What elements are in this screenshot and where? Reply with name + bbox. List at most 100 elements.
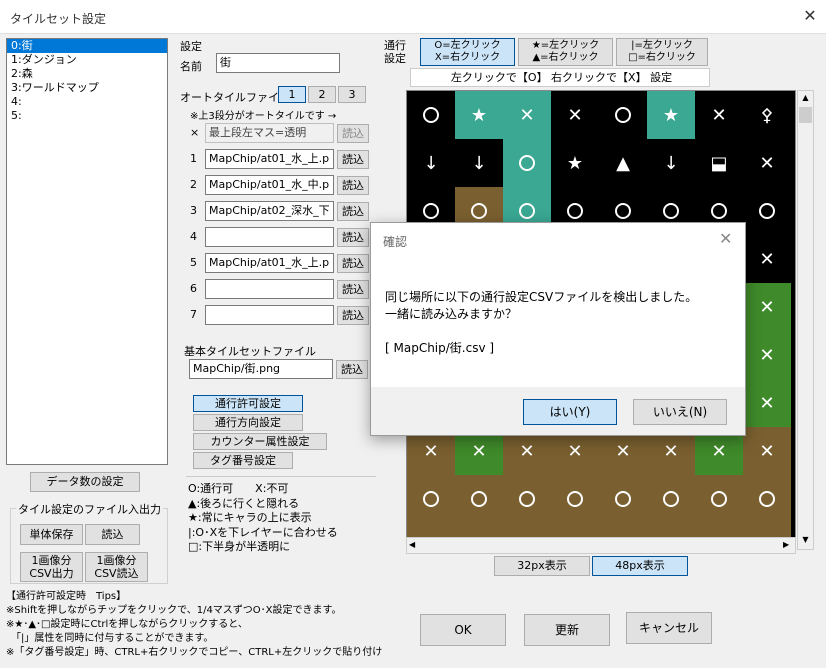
scroll-thumb[interactable] [799,107,812,123]
tile-cell[interactable]: ✕ [743,235,791,283]
tile-cell[interactable]: ↓ [647,139,695,187]
tile-cell[interactable] [743,475,791,523]
name-input[interactable]: 街 [216,53,340,73]
tile-cell[interactable]: ↓ [407,139,455,187]
x-mark-icon: ✕ [711,440,727,462]
autotile-load-button[interactable]: 読込 [337,254,369,273]
tileset-list-item[interactable]: 1:ダンジョン [7,53,167,67]
tile-cell[interactable] [455,475,503,523]
autotile-load-button[interactable]: 読込 [337,228,369,247]
autotile-label: オートタイルファイル [180,91,290,104]
tileset-list-item[interactable]: 3:ワールドマップ [7,81,167,95]
horizontal-scrollbar[interactable]: ◀ ▶ [406,537,796,554]
autotile-load-button[interactable]: 読込 [337,150,369,169]
tile-cell[interactable]: ★ [551,139,599,187]
tile-cell[interactable]: ⚴ [743,91,791,139]
autotile-row-index: 1 [190,152,197,165]
autotile-page-button[interactable]: 2 [308,86,336,103]
autotile-note: ※上3段分がオートタイルです → [190,111,337,122]
dialog-close-icon[interactable]: ✕ [719,229,732,248]
tile-cell[interactable]: ▲ [599,139,647,187]
pass-circle-icon [711,491,727,507]
scroll-right-icon[interactable]: ▶ [783,540,789,549]
tile-cell[interactable] [503,475,551,523]
autotile-file-input[interactable]: MapChip/at02_深水_下 [205,201,334,221]
tile-cell[interactable]: ✕ [743,139,791,187]
base-file-input[interactable]: MapChip/街.png [189,359,333,379]
tile-cell[interactable]: ✕ [743,331,791,379]
mode-button[interactable]: 通行方向設定 [193,414,303,431]
tile-cell[interactable]: ✕ [551,91,599,139]
tileset-list-item[interactable]: 4: [7,95,167,109]
tileset-list-item[interactable]: 0:街 [7,39,167,53]
mode-button[interactable]: タグ番号設定 [193,452,293,469]
tile-cell[interactable] [407,475,455,523]
pass-circle-icon [615,107,631,123]
autotile-load-button[interactable]: 読込 [337,280,369,299]
csv-import-button[interactable]: 1画像分 CSV読込 [85,552,148,582]
single-save-button[interactable]: 単体保存 [20,524,83,545]
tile-cell[interactable] [695,475,743,523]
tile-cell[interactable] [503,139,551,187]
vertical-scrollbar[interactable]: ▲ ▼ [797,90,814,550]
ok-button[interactable]: OK [420,614,506,646]
tile-cell[interactable]: ✕ [695,91,743,139]
autotile-file-input[interactable]: MapChip/at01_水_中.p [205,175,334,195]
tileset-list-item[interactable]: 5: [7,109,167,123]
zoom-32-button[interactable]: 32px表示 [494,556,590,576]
tile-cell[interactable]: ✕ [743,283,791,331]
tile-cell[interactable] [599,475,647,523]
autotile-page-button[interactable]: 1 [278,86,306,103]
tile-cell[interactable]: ★ [647,91,695,139]
tile-cell[interactable] [407,91,455,139]
tile-cell[interactable]: ↓ [455,139,503,187]
scroll-down-icon[interactable]: ▼ [799,535,812,544]
scroll-left-icon[interactable]: ◀ [409,540,415,549]
autotile-file-input[interactable]: MapChip/at01_水_上.p [205,253,334,273]
autotile-file-input[interactable] [205,305,334,325]
pass-circle-icon [663,491,679,507]
base-file-load-button[interactable]: 読込 [336,360,368,379]
tile-cell[interactable] [743,187,791,235]
zoom-48-button[interactable]: 48px表示 [592,556,688,576]
autotile-file-input[interactable] [205,227,334,247]
pass-mode-bar-button[interactable]: |=左クリック □=右クリック [616,38,708,66]
data-count-button[interactable]: データ数の設定 [30,472,140,492]
legend-divider [186,476,376,477]
autotile-load-button[interactable]: 読込 [337,176,369,195]
tile-cell[interactable]: ★ [455,91,503,139]
tile-cell[interactable]: ✕ [503,91,551,139]
autotile-page-button[interactable]: 3 [338,86,366,103]
tile-cell[interactable]: ⬓ [695,139,743,187]
pass-mode-star-button[interactable]: ★=左クリック ▲=右クリック [518,38,613,66]
tile-cell[interactable] [599,91,647,139]
dialog-yes-button[interactable]: はい(Y) [523,399,617,425]
autotile-load-button: 読込 [337,124,369,143]
x-mark-icon: ✕ [759,392,775,414]
cancel-button[interactable]: キャンセル [626,612,712,644]
autotile-file-input[interactable]: MapChip/at01_水_上.p [205,149,334,169]
mode-button[interactable]: カウンター属性設定 [193,433,327,450]
autotile-load-button[interactable]: 読込 [337,202,369,221]
pass-circle-icon [423,203,439,219]
close-icon[interactable]: ✕ [800,6,820,25]
scroll-up-icon[interactable]: ▲ [799,93,812,102]
x-mark-icon: ✕ [567,440,583,462]
update-button[interactable]: 更新 [524,614,610,646]
tile-cell[interactable]: ✕ [743,379,791,427]
tile-cell[interactable]: ✕ [743,427,791,475]
autotile-file-input[interactable] [205,279,334,299]
tile-cell[interactable] [647,475,695,523]
tileset-list-item[interactable]: 2:森 [7,67,167,81]
pass-circle-icon [711,203,727,219]
pass-mode-ox-button[interactable]: O=左クリック X=右クリック [420,38,515,66]
autotile-load-button[interactable]: 読込 [337,306,369,325]
mode-button[interactable]: 通行許可設定 [193,395,303,412]
tips-line: ※Shiftを押しながらチップをクリックで、1/4マスずつO･X設定できます。 [6,605,342,616]
io-load-button[interactable]: 読込 [85,524,140,545]
tile-cell[interactable] [551,475,599,523]
csv-export-button[interactable]: 1画像分 CSV出力 [20,552,83,582]
dialog-no-button[interactable]: いいえ(N) [633,399,727,425]
tileset-list[interactable]: 0:街 1:ダンジョン 2:森 3:ワールドマップ 4: 5: [6,38,168,465]
pass-circle-icon [567,491,583,507]
